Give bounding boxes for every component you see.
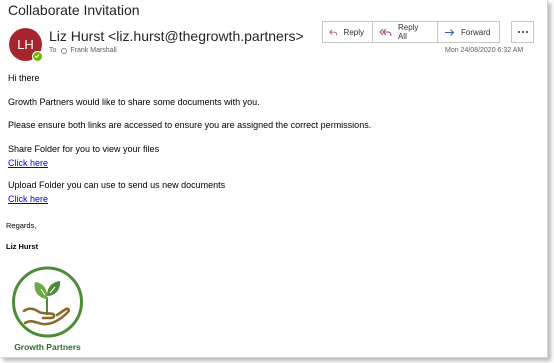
reply-all-button[interactable]: Reply All [373, 21, 438, 43]
upload-folder-text: Upload Folder you can use to send us new… [8, 180, 226, 190]
reply-icon [329, 29, 338, 35]
reply-all-icon [379, 28, 392, 36]
logo-text: Growth Partners [14, 342, 81, 352]
more-icon-dot [525, 31, 528, 33]
recipient-row: To Frank Marshall [49, 47, 117, 54]
growth-partners-logo: Growth Partners [8, 263, 87, 356]
presence-available-icon [32, 51, 43, 62]
forward-icon [445, 28, 455, 36]
recipient-name[interactable]: Frank Marshall [70, 47, 116, 54]
received-date: Mon 24/08/2020 6:32 AM [445, 47, 524, 54]
share-folder-text: Share Folder for you to view your files [8, 144, 160, 154]
message-pane: Collaborate Invitation LH Liz Hurst <liz… [0, 0, 548, 358]
regards-text: Regards, [6, 221, 37, 230]
reply-button[interactable]: Reply [322, 21, 373, 43]
avatar-initials: LH [17, 37, 34, 52]
recipient-presence-icon [61, 47, 68, 54]
upload-folder-link[interactable]: Click here [8, 194, 48, 204]
action-toolbar: Reply Reply All Forward [322, 21, 500, 43]
forward-label: Forward [461, 27, 491, 37]
sender-name[interactable]: Liz Hurst <liz.hurst@thegrowth.partners> [49, 28, 304, 44]
reply-all-label: Reply All [397, 23, 419, 41]
body-line-1: Growth Partners would like to share some… [8, 97, 260, 107]
more-icon [517, 31, 520, 33]
more-icon-dot [521, 31, 524, 33]
more-actions-button[interactable] [511, 21, 534, 43]
body-line-2: Please ensure both links are accessed to… [8, 120, 372, 130]
to-label: To [49, 47, 57, 54]
reply-label: Reply [343, 27, 364, 37]
email-subject: Collaborate Invitation [8, 2, 140, 18]
signature-name: Liz Hurst [6, 242, 39, 251]
logo-emblem-icon [12, 266, 83, 338]
greeting: Hi there [8, 73, 40, 83]
forward-button[interactable]: Forward [438, 21, 500, 43]
share-folder-link[interactable]: Click here [8, 158, 48, 168]
